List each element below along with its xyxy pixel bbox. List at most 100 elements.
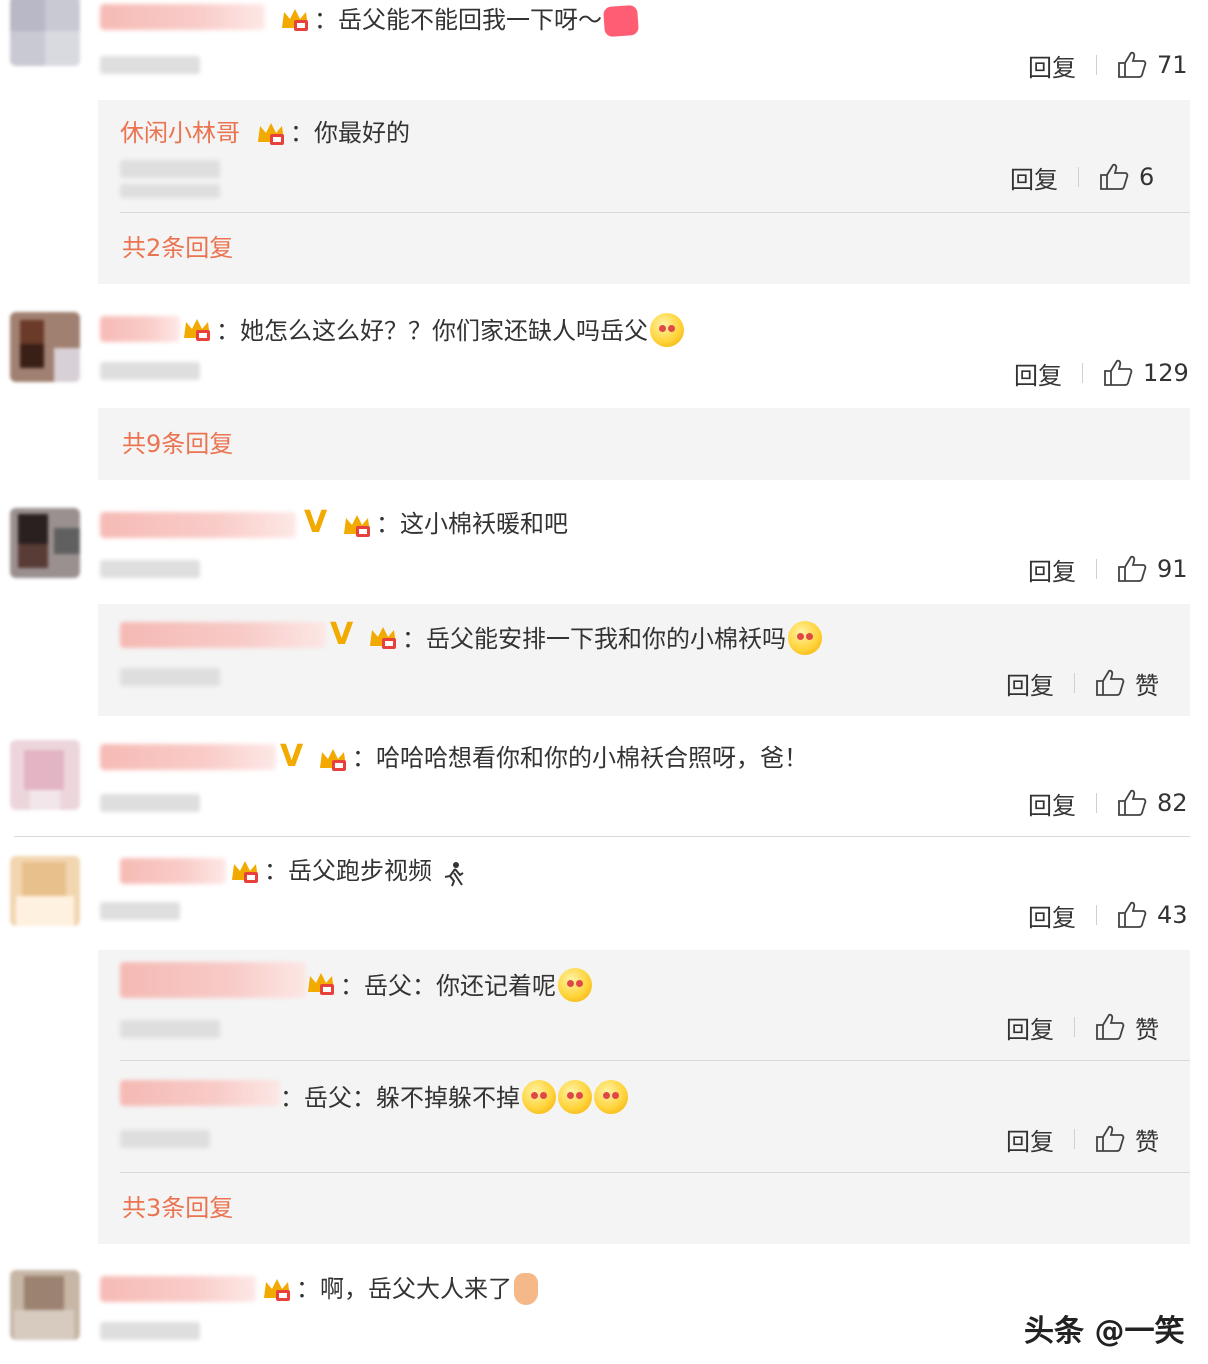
v-badge-icon: V — [330, 617, 354, 652]
divider — [120, 212, 1190, 213]
like-button[interactable]: 71 — [1117, 51, 1188, 79]
username-blurred[interactable] — [100, 4, 265, 30]
comment-actions: 回复 71 — [1028, 48, 1188, 83]
avatar[interactable] — [10, 312, 80, 382]
comment-text: ：哈哈哈想看你和你的小棉袄合照呀，爸！ — [352, 744, 808, 772]
subreply-username[interactable]: 休闲小林哥 — [120, 119, 240, 147]
avatar[interactable] — [10, 0, 80, 66]
like-button[interactable]: 6 — [1099, 163, 1154, 191]
comment-actions: 回复 82 — [1028, 786, 1188, 821]
comment-text: ：岳父跑步视频 — [264, 856, 464, 887]
like-count: 82 — [1157, 789, 1188, 817]
view-replies-link[interactable]: 共2条回复 — [122, 233, 233, 263]
thumbs-up-icon — [1096, 1125, 1125, 1152]
separator — [1096, 793, 1097, 813]
subreply-content: ：岳父：躲不掉躲不掉 — [280, 1080, 628, 1114]
reply-button[interactable]: 回复 — [1006, 1122, 1054, 1157]
thumbs-up-icon — [1118, 51, 1147, 78]
username-blurred[interactable] — [120, 858, 226, 884]
comment-actions: 回复 43 — [1028, 898, 1188, 933]
reply-button[interactable]: 回复 — [1028, 898, 1076, 933]
like-count: 91 — [1157, 555, 1188, 583]
like-button[interactable]: 赞 — [1095, 1010, 1159, 1045]
crown-icon — [308, 973, 334, 995]
heart-eyes-emoji-icon — [522, 1080, 556, 1114]
reply-button[interactable]: 回复 — [1028, 48, 1076, 83]
crown-icon — [282, 9, 308, 31]
timestamp-blurred — [120, 668, 220, 686]
crown-icon — [258, 123, 284, 145]
like-count: 43 — [1157, 901, 1188, 929]
thumbs-up-icon — [1100, 163, 1129, 190]
thumbs-up-icon — [1118, 789, 1147, 816]
like-button[interactable]: 91 — [1117, 555, 1188, 583]
separator — [1096, 55, 1097, 75]
smile-emoji-icon — [788, 621, 822, 655]
avatar[interactable] — [10, 508, 80, 578]
ear-emoji-icon — [514, 1273, 538, 1305]
like-button[interactable]: 129 — [1103, 359, 1189, 387]
thumbs-up-icon — [1096, 1013, 1125, 1040]
reply-box — [98, 408, 1190, 480]
username-blurred[interactable] — [100, 744, 276, 770]
like-button[interactable]: 赞 — [1095, 666, 1159, 701]
timestamp-blurred — [120, 160, 220, 178]
subreply-content: ：岳父：你还记着呢 — [340, 968, 592, 1002]
username-blurred[interactable] — [100, 1276, 256, 1302]
timestamp-blurred — [100, 902, 180, 920]
separator — [1096, 559, 1097, 579]
separator — [1096, 905, 1097, 925]
crown-icon — [184, 319, 210, 341]
reply-button[interactable]: 回复 — [1028, 552, 1076, 587]
reply-button[interactable]: 回复 — [1006, 666, 1054, 701]
separator — [1074, 1129, 1075, 1149]
like-button[interactable]: 43 — [1117, 901, 1188, 929]
username-blurred[interactable] — [100, 512, 296, 538]
reply-button[interactable]: 回复 — [1010, 160, 1058, 195]
thumbs-up-icon — [1118, 555, 1147, 582]
subreply-username-blurred[interactable] — [120, 622, 326, 648]
v-badge-icon: V — [304, 505, 328, 540]
timestamp-blurred — [100, 1322, 200, 1340]
comment-text: ：岳父能不能回我一下呀～ — [314, 4, 640, 38]
avatar[interactable] — [10, 856, 80, 926]
crown-icon — [370, 627, 396, 649]
timestamp-blurred — [120, 1020, 220, 1038]
reply-button[interactable]: 回复 — [1014, 356, 1062, 391]
divider — [120, 1060, 1190, 1061]
like-label: 赞 — [1135, 671, 1159, 700]
timestamp-blurred — [120, 1130, 210, 1148]
like-label: 赞 — [1135, 1015, 1159, 1044]
subreply-username-blurred[interactable] — [120, 1080, 280, 1106]
separator — [1078, 167, 1079, 187]
like-button[interactable]: 82 — [1117, 789, 1188, 817]
reply-button[interactable]: 回复 — [1006, 1010, 1054, 1045]
avatar[interactable] — [10, 1270, 80, 1340]
like-count: 71 — [1157, 51, 1188, 79]
heart-eyes-emoji-icon — [558, 968, 592, 1002]
comment-text: ：她怎么这么好？？你们家还缺人吗岳父 — [216, 313, 684, 347]
crying-face-emoji-icon — [650, 313, 684, 347]
subreply-username-blurred[interactable] — [120, 962, 306, 998]
view-replies-link[interactable]: 共9条回复 — [122, 429, 233, 459]
username-blurred[interactable] — [100, 316, 180, 342]
crown-icon — [232, 861, 258, 883]
reply-button[interactable]: 回复 — [1028, 786, 1076, 821]
comment-text: ：啊，岳父大人来了 — [296, 1273, 538, 1305]
divider — [14, 836, 1190, 837]
subreply-content: ：岳父能安排一下我和你的小棉袄吗 — [402, 621, 822, 655]
view-replies-link[interactable]: 共3条回复 — [122, 1193, 233, 1223]
v-badge-icon: V — [280, 739, 304, 774]
thumbs-up-icon — [1096, 669, 1125, 696]
avatar[interactable] — [10, 740, 80, 810]
timestamp-blurred — [100, 794, 200, 812]
timestamp-blurred — [100, 362, 200, 380]
like-label: 赞 — [1135, 1127, 1159, 1156]
like-count: 6 — [1139, 163, 1155, 191]
subreply-content: ：你最好的 — [290, 119, 410, 147]
thumbs-up-icon — [1104, 359, 1133, 386]
crown-icon — [264, 1279, 290, 1301]
timestamp-blurred — [100, 56, 200, 74]
thumbs-up-icon — [1118, 901, 1147, 928]
like-button[interactable]: 赞 — [1095, 1122, 1159, 1157]
